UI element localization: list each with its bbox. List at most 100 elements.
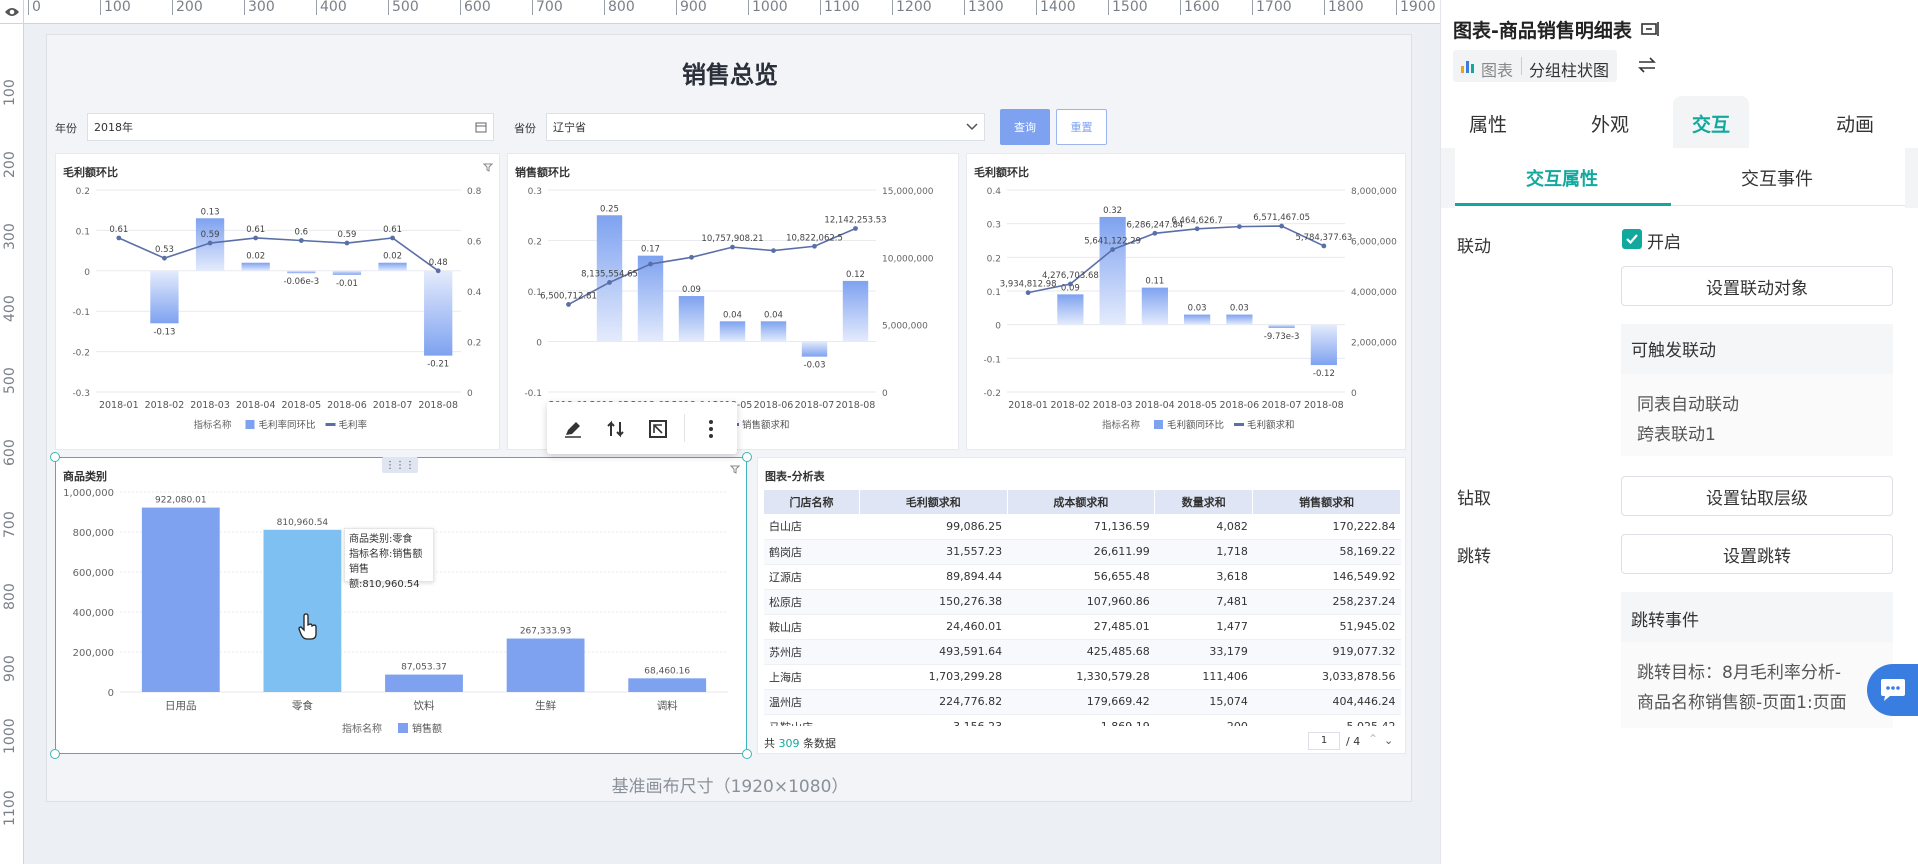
province-select[interactable]: 辽宁省 [546,113,985,141]
query-button[interactable]: 查询 [1000,109,1050,145]
table-cell: 150,276.38 [859,589,1008,615]
y-tick-label: 0.1 [76,227,90,237]
trigger-item[interactable]: 同表自动联动 [1637,390,1739,415]
table-cell: 200 [1154,714,1253,726]
legend-entry: 毛利额同环比 [1167,419,1224,431]
x-tick-label: 2018-08 [1304,400,1344,411]
tab-appearance[interactable]: 外观 [1591,110,1629,137]
calendar-icon [475,122,487,133]
tooltip-line: 商品类别:零食 [349,534,413,545]
bar-label: -0.13 [153,327,175,337]
table-cell: 3,033,878.56 [1252,664,1401,690]
x-tick-label: 零食 [292,699,313,712]
set-linkage-target-button[interactable]: 设置联动对象 [1621,266,1893,306]
gross-profit-chart-panel[interactable]: 毛利额环比 0.2 0.1 0 -0.1 -0.2 -0.3 0.8 0.6 0.4 0.2 0 -0… [55,153,500,450]
chart-tooltip: 商品类别:零食 指标名称:销售额 销售额:810,960.54 [344,528,434,590]
line-point [607,280,612,285]
trigger-linkage-block: 可触发联动 同表自动联动 跨表联动1 [1621,324,1893,456]
line-label: 6,500,712.81 [540,291,597,301]
legend-swatch [325,423,336,426]
rename-icon[interactable] [1641,20,1661,38]
trigger-item[interactable]: 跨表联动1 [1637,420,1716,445]
filter-icon[interactable] [483,162,493,172]
legend-entry: 销售额求和 [742,419,790,431]
line-label: 4,276,703.68 [1042,271,1099,281]
analysis-table-panel[interactable]: 图表-分析表 门店名称 毛利额求和 成本额求和 数量求和 销售额求和 白山店 99,086… [757,457,1406,754]
year-picker[interactable]: 2018年 [87,113,494,141]
column-header[interactable]: 门店名称 [764,490,860,514]
drag-handle-icon[interactable]: ⋮⋮⋮ [382,457,418,473]
bar [1268,324,1295,328]
product-category-chart-panel[interactable]: 商品类别 ⋮⋮⋮ 1,000,000 800,000 600,000 400,000 2… [50,452,752,759]
line-point [1236,224,1242,230]
column-header[interactable]: 成本额求和 [1007,490,1156,514]
line-label: 5,641,122.29 [1084,237,1141,247]
fullscreen-icon[interactable] [647,418,669,440]
jump-label: 跳转 [1457,547,1491,567]
data-table-wrapper: 门店名称 毛利额求和 成本额求和 数量求和 销售额求和 白山店 99,086.25 71,1… [764,490,1401,726]
column-header[interactable]: 数量求和 [1154,490,1254,514]
table-row[interactable]: 鞍山店 24,460.01 27,485.01 1,477 51,945.02 [764,614,1401,640]
resize-handle[interactable] [50,749,60,759]
page-input[interactable]: 1 [1308,732,1340,750]
ruler-tick: 1900 [1396,0,1436,15]
bar [424,270,453,356]
bar-label: 0.25 [600,204,619,214]
resize-handle[interactable] [742,452,752,462]
more-icon[interactable] [700,418,722,440]
chat-support-icon[interactable] [1867,664,1918,716]
subtab-interaction-events[interactable]: 交互事件 [1741,165,1813,191]
table-cell: 56,655.48 [1007,564,1155,590]
page-up-icon[interactable]: ⌃ [1368,732,1378,746]
table-row[interactable]: 白山店 99,086.25 71,136.59 4,082 170,222.84 [764,514,1401,540]
legend-entry: 毛利额求和 [1247,419,1295,431]
linkage-checkbox[interactable] [1622,229,1642,249]
bar [1099,216,1126,325]
gross-profit-amount-chart-panel[interactable]: 毛利额环比 0.4 0.3 0.2 0.1 0 -0.1 -0.2 8,000,000 6,00… [966,153,1406,450]
table-cell: 179,669.42 [1007,689,1155,715]
jump-event-text[interactable]: 跳转目标：8月毛利率分析- [1637,658,1841,683]
eye-icon[interactable] [0,0,24,24]
bar [287,270,316,274]
table-row[interactable]: 辽源店 89,894.44 56,655.48 3,618 146,549.92 [764,564,1401,590]
line-label: 0.59 [337,230,356,240]
edit-icon[interactable] [562,418,584,440]
table-row[interactable]: 马鞍山店3,156.231,869.192005,025.42 [764,714,1401,726]
table-row[interactable]: 上海店 1,703,299.28 1,330,579.28 111,406 3,033,… [764,664,1401,690]
swap-order-icon[interactable] [605,418,627,440]
x-tick-label: 2018-06 [327,400,367,411]
tab-properties[interactable]: 属性 [1469,110,1507,137]
panel-title: 图表-商品销售明细表 [1453,20,1632,42]
y-tick-label: 1,000,000 [63,488,114,499]
table-row[interactable]: 松原店 150,276.38 107,960.86 7,481 258,237.24 [764,589,1401,615]
linkage-label: 联动 [1457,237,1491,257]
table-row[interactable]: 鹤岗店 31,557.23 26,611.99 1,718 58,169.22 [764,539,1401,565]
bar [1141,287,1168,325]
line-point [566,302,571,307]
subtab-interaction-props[interactable]: 交互属性 [1526,165,1598,191]
column-header[interactable]: 毛利额求和 [859,490,1008,514]
reset-button[interactable]: 重置 [1056,109,1107,145]
bar-label: 0.04 [764,310,783,320]
switch-icon[interactable] [1637,57,1657,73]
page-down-icon[interactable]: ⌄ [1384,734,1393,747]
legend-swatch [1234,423,1244,426]
jump-event-text[interactable]: 商品名称销售额-页面1:页面 [1637,688,1847,713]
tab-animation[interactable]: 动画 [1836,110,1874,137]
table-row[interactable]: 苏州店 493,591.64 425,485.68 33,179 919,077.32 [764,639,1401,665]
filter-icon[interactable] [730,464,740,474]
ruler-left: 100 200 300 400 500 600 700 800 900 1000 1100 [0,24,24,864]
resize-handle[interactable] [50,452,60,462]
resize-handle[interactable] [742,749,752,759]
set-drill-level-button[interactable]: 设置钻取层级 [1621,476,1893,516]
main-tabs: 属性 外观 交互 动画 [1441,96,1918,148]
jump-event-block: 跳转事件 跳转目标：8月毛利率分析- 商品名称销售额-页面1:页面 [1621,592,1893,728]
set-jump-button[interactable]: 设置跳转 [1621,534,1893,574]
bar [263,529,342,692]
bar [719,321,746,342]
table-row[interactable]: 温州店 224,776.82 179,669.42 15,074 404,446.24 [764,689,1401,715]
tab-interaction[interactable]: 交互 [1692,110,1730,137]
y-tick-label: 0.2 [76,187,90,197]
column-header[interactable]: 销售额求和 [1252,490,1401,514]
y-tick-label: -0.3 [72,389,90,399]
